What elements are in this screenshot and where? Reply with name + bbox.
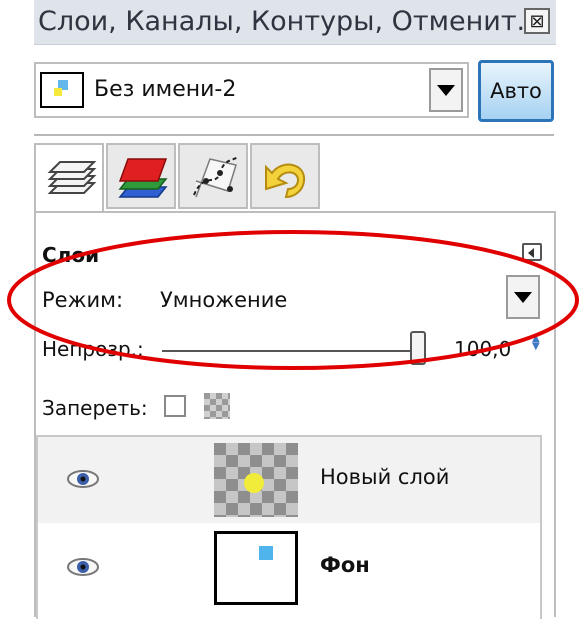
tab-menu-button[interactable] (522, 243, 542, 261)
layer-row[interactable]: Фон (38, 525, 540, 611)
chevron-down-icon (514, 291, 532, 303)
eye-icon[interactable] (66, 557, 100, 577)
mode-dropdown-button[interactable] (506, 275, 540, 319)
tab-channels[interactable] (106, 143, 176, 209)
layer-thumbnail (214, 531, 298, 605)
opacity-slider-fill (162, 350, 422, 352)
opacity-slider-handle[interactable] (410, 331, 426, 365)
channels-icon (118, 158, 168, 198)
layers-panel-content: Слои Режим: Умножение Непрозр.: 100,0 ▲ ▼… (34, 211, 556, 619)
close-button[interactable]: ⊠ (524, 8, 550, 34)
tab-undo-history[interactable] (250, 143, 320, 209)
mode-select[interactable]: Умножение (160, 288, 287, 312)
layer-row[interactable]: Новый слой (38, 437, 540, 523)
layers-list: Новый слой Фон (36, 435, 542, 619)
eye-icon[interactable] (66, 469, 100, 489)
lock-label: Запереть: (42, 396, 148, 420)
layers-icon (47, 161, 97, 194)
lock-alpha-icon[interactable] (204, 393, 230, 419)
undo-icon (265, 163, 306, 199)
dock-titlebar[interactable]: Слои, Каналы, Контуры, Отменит... ⊠ (34, 0, 556, 45)
opacity-label: Непрозр.: (42, 337, 144, 361)
image-thumbnail (40, 72, 84, 108)
layer-name[interactable]: Новый слой (320, 465, 449, 489)
paths-icon (193, 156, 239, 198)
layer-thumbnail (214, 443, 298, 517)
image-selector-dropdown-button[interactable] (429, 68, 463, 112)
layers-section-title: Слои (42, 243, 100, 267)
opacity-spin-buttons[interactable]: ▲ ▼ (532, 334, 542, 359)
separator (34, 122, 554, 136)
tab-layers[interactable] (34, 143, 104, 213)
image-name: Без имени-2 (94, 77, 237, 102)
layer-name[interactable]: Фон (320, 553, 370, 577)
dock-title: Слои, Каналы, Контуры, Отменит... (38, 6, 543, 37)
tab-paths[interactable] (178, 143, 248, 209)
lock-pixels-checkbox[interactable] (164, 395, 186, 417)
layers-dock-panel: Слои, Каналы, Контуры, Отменит... ⊠ Без … (0, 0, 579, 619)
mode-label: Режим: (42, 288, 124, 312)
chevron-down-icon (437, 84, 455, 96)
close-icon: ⊠ (529, 10, 545, 32)
opacity-value[interactable]: 100,0 (454, 337, 511, 361)
opacity-slider[interactable] (162, 350, 422, 352)
image-selector-combo[interactable]: Без имени-2 (34, 62, 469, 118)
image-selector-row: Без имени-2 Авто (34, 60, 556, 122)
dock-tabs (34, 143, 556, 213)
auto-button[interactable]: Авто (478, 60, 554, 122)
